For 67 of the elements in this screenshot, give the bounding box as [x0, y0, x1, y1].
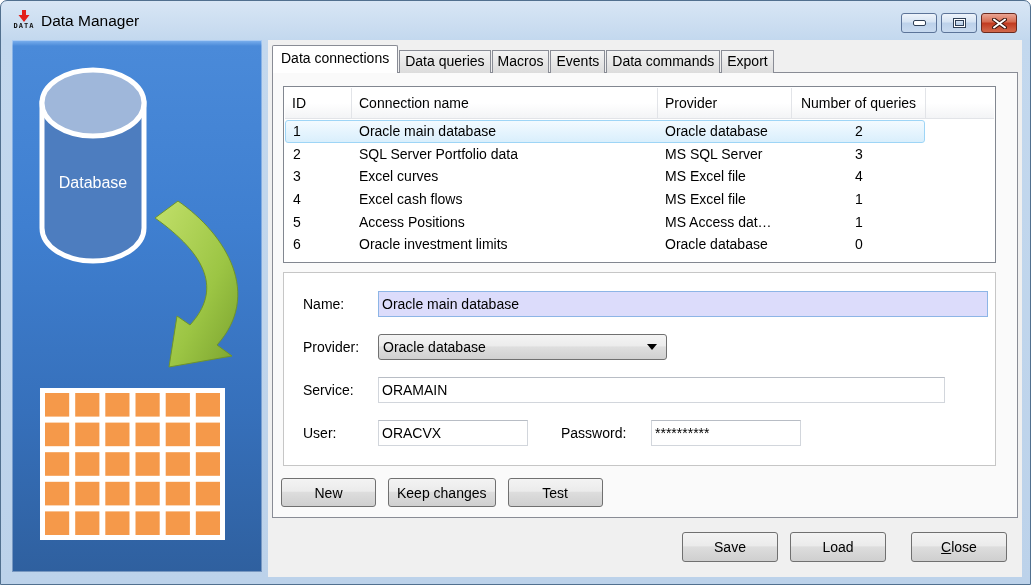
text-field[interactable]: Oracle main database [378, 291, 988, 317]
table-cell-text: 4 [292, 190, 302, 210]
table-cell-text: Excel curves [358, 167, 440, 187]
maximize-button[interactable] [941, 13, 977, 33]
tab[interactable]: Events [550, 50, 606, 73]
table-cell-text: 3 [292, 167, 302, 187]
column-header[interactable]: ID [285, 88, 352, 118]
close-button[interactable] [981, 13, 1017, 33]
tab[interactable]: Data commands [606, 50, 721, 73]
table-cell-text: 2 [854, 122, 864, 141]
field-label: Password: [561, 425, 627, 441]
table-row[interactable]: 4 Excel cash flows MS Excel file 1 [285, 188, 925, 211]
close-icon [991, 17, 1007, 29]
dropdown[interactable]: Oracle database [378, 334, 667, 360]
tab[interactable]: Data queries [399, 50, 491, 73]
field-label: Provider: [303, 339, 360, 355]
action-button[interactable]: Keep changes [388, 478, 496, 507]
table-cell-text: 6 [292, 235, 302, 255]
database-label: Database [58, 174, 128, 191]
table-cell-text: MS Excel file [664, 190, 747, 210]
tab[interactable]: Export [721, 50, 774, 73]
table-cell-text: 5 [292, 212, 302, 232]
table-cell-text: 1 [854, 212, 864, 232]
table-cell-text: MS SQL Server [664, 144, 764, 164]
dialog-button[interactable]: Close [911, 532, 1007, 562]
table-cell-text: Oracle database [664, 122, 769, 141]
field-label: User: [303, 425, 337, 441]
maximize-icon [952, 18, 966, 28]
table-cell-text: 3 [854, 144, 864, 164]
table-cell-text: MS Excel file [664, 167, 747, 187]
table-row[interactable]: 6 Oracle investment limits Oracle database 0 [285, 233, 925, 257]
window-title: Data Manager [41, 11, 140, 30]
table-cell-text: Access Positions [358, 212, 466, 232]
tab[interactable]: Macros [491, 50, 550, 73]
column-header[interactable]: Connection name [352, 88, 658, 118]
table-cell-text: SQL Server Portfolio data [358, 144, 519, 164]
table-cell-text: Excel cash flows [358, 190, 464, 210]
minimize-button[interactable] [901, 13, 937, 33]
table-cell-text: 1 [292, 122, 302, 141]
table-cell-text: 0 [854, 235, 864, 255]
dialog-button[interactable]: Save [682, 532, 778, 562]
action-button[interactable]: Test [507, 478, 603, 507]
table-cell-text: Oracle investment limits [358, 235, 509, 255]
down-arrow-icon [18, 9, 30, 22]
dialog-button[interactable]: Load [790, 532, 886, 562]
table-cell-text: 1 [854, 190, 864, 210]
caret-icon [647, 344, 657, 350]
tab[interactable]: Data connections [272, 45, 399, 73]
table-cell-text: 4 [854, 167, 864, 187]
column-header[interactable]: Provider [658, 88, 792, 118]
table-row[interactable]: 5 Access Positions MS Access dat… 1 [285, 210, 925, 234]
table-row[interactable]: 2 SQL Server Portfolio data MS SQL Server 3 [285, 142, 925, 166]
text-field[interactable]: ********** [651, 420, 801, 446]
table-cell-text: MS Access dat… [664, 212, 773, 232]
table-cell-text: 2 [292, 144, 302, 164]
table-row[interactable]: 3 Excel curves MS Excel file 4 [285, 165, 925, 189]
curved-arrow-icon [154, 200, 239, 368]
field-label: Name: [303, 296, 345, 312]
column-header[interactable]: Number of queries [792, 88, 926, 118]
text-field[interactable]: ORACVX [378, 420, 528, 446]
table-row[interactable]: 1 Oracle main database Oracle database 2 [285, 120, 925, 143]
table-cell-text: Oracle main database [358, 122, 497, 141]
text-field[interactable]: ORAMAIN [378, 377, 945, 403]
field-label: Service: [303, 382, 354, 398]
minimize-icon [912, 20, 926, 26]
action-button[interactable]: New [281, 478, 376, 507]
table-cell-text: Oracle database [664, 235, 769, 255]
